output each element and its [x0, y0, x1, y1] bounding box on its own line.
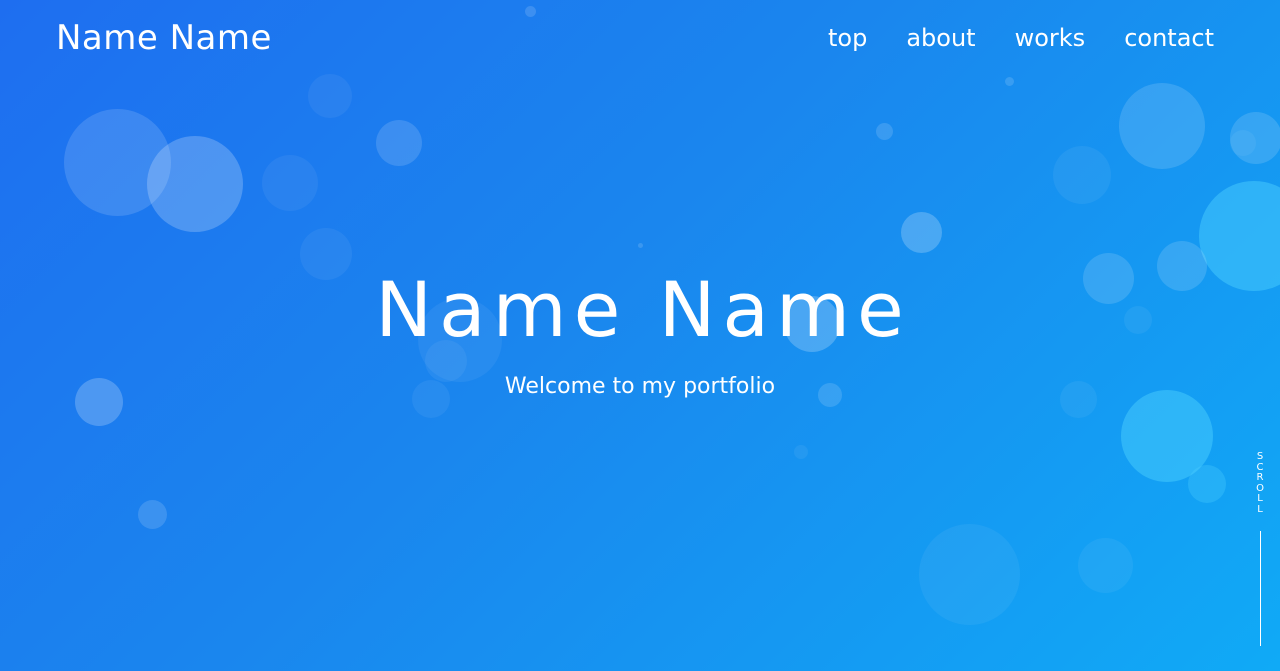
bubble [1188, 465, 1226, 503]
scroll-label: SCROLL [1256, 451, 1264, 515]
bubble [262, 155, 318, 211]
bubble [901, 212, 942, 253]
bubble [308, 74, 352, 118]
bubble [1230, 130, 1256, 156]
bubble [1230, 112, 1280, 164]
scroll-line [1259, 531, 1261, 646]
scroll-indicator[interactable]: SCROLL [1252, 451, 1268, 646]
nav-link-top[interactable]: top [828, 24, 867, 52]
bubble [147, 136, 243, 232]
bubble [919, 524, 1020, 625]
bubble [1053, 146, 1111, 204]
bubble [376, 120, 422, 166]
bubble [638, 243, 643, 248]
bubble [1078, 538, 1133, 593]
bubble [794, 445, 808, 459]
nav-link-works[interactable]: works [1015, 24, 1086, 52]
bubble [1121, 390, 1213, 482]
site-logo[interactable]: Name Name [56, 18, 272, 58]
site-header: Name Name top about works contact [0, 0, 1280, 80]
nav-link-about[interactable]: about [906, 24, 975, 52]
main-nav: top about works contact [828, 24, 1214, 52]
bubble [1119, 83, 1205, 169]
bubble [138, 500, 167, 529]
nav-link-contact[interactable]: contact [1124, 24, 1214, 52]
bubble [876, 123, 893, 140]
bubble [64, 109, 171, 216]
hero-title: Name Name [375, 265, 911, 354]
hero-subtitle: Welcome to my portfolio [504, 373, 776, 399]
hero-section: Name Name Welcome to my portfolio [0, 268, 1280, 399]
